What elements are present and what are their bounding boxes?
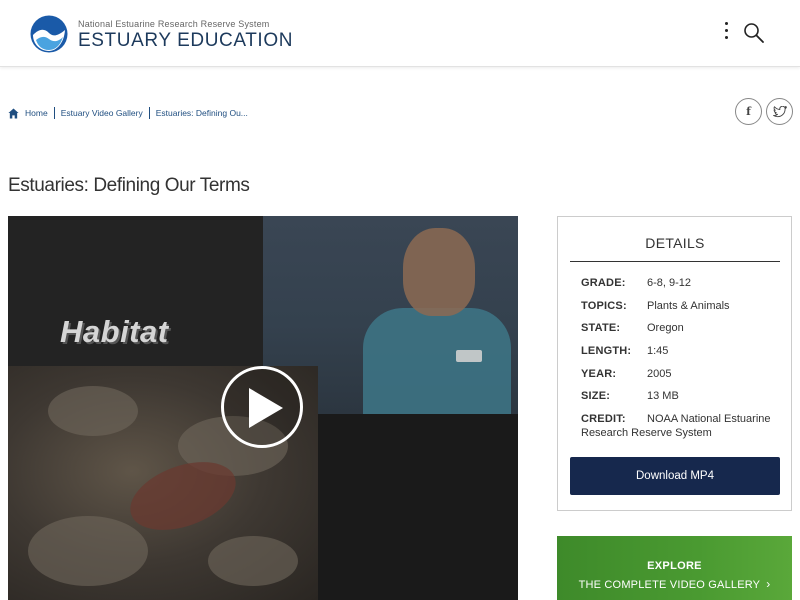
details-key: STATE: [581,322,621,335]
details-value: Research Reserve System [581,427,712,440]
details-key: CREDIT: [581,413,626,426]
video-person-head [403,228,475,316]
details-panel: DETAILS GRADE: 6-8, 9-12 TOPICS: Plants … [557,216,792,511]
facebook-icon: f [746,105,751,118]
details-key: TOPICS: [581,299,627,312]
details-row-size: SIZE: 13 MB [581,390,786,413]
site-header: National Estuarine Research Reserve Syst… [0,0,800,67]
chevron-right-icon: › [766,577,771,591]
noaa-logo[interactable] [30,15,68,53]
explore-video-gallery-banner[interactable]: EXPLORE THE COMPLETE VIDEO GALLERY › [557,536,792,600]
explore-gallery-text: THE COMPLETE VIDEO GALLERY [578,579,761,591]
video-overlay-text: Habitat [60,314,169,349]
details-key: SIZE: [581,390,611,403]
video-rock [28,516,148,586]
details-value: 1:45 [647,345,669,358]
details-key: GRADE: [581,277,626,289]
facebook-share-button[interactable]: f [735,98,762,125]
details-value: Oregon [647,322,684,335]
details-row-credit: CREDIT: NOAA National Estuarine Research… [581,413,786,443]
details-value: Plants & Animals [647,299,730,312]
video-name-tag [456,350,482,362]
breadcrumb-home[interactable]: Home [25,108,48,118]
details-value: 2005 [647,367,672,380]
details-row-topics: TOPICS: Plants & Animals [581,300,786,323]
details-key: YEAR: [581,367,617,380]
breadcrumb-separator [148,107,150,119]
kebab-menu-icon[interactable] [720,22,732,44]
search-icon[interactable] [743,22,765,44]
site-title[interactable]: ESTUARY EDUCATION [78,30,293,52]
details-row-state: STATE: Oregon [581,322,786,345]
video-rock [48,386,138,436]
breadcrumb-current[interactable]: Estuaries: Defining Ou... [156,108,248,118]
breadcrumb-separator [53,107,55,119]
details-row-year: YEAR: 2005 [581,368,786,391]
details-key: LENGTH: [581,345,632,358]
details-value: 6-8, 9-12 [647,277,692,289]
explore-label: EXPLORE [647,560,702,572]
video-player[interactable]: Habitat [8,216,518,600]
details-row-length: LENGTH: 1:45 [581,345,786,368]
play-icon [249,388,283,428]
play-button[interactable] [221,366,303,448]
details-heading: DETAILS [570,235,780,262]
details-list: GRADE: 6-8, 9-12 TOPICS: Plants & Animal… [581,277,786,443]
breadcrumb-video-gallery[interactable]: Estuary Video Gallery [61,108,143,118]
twitter-share-button[interactable] [766,98,793,125]
page-title: Estuaries: Defining Our Terms [8,175,250,196]
details-value: NOAA National Estuarine [647,413,771,426]
video-rock [208,536,298,586]
details-value: 13 MB [647,390,679,403]
home-icon[interactable] [8,107,19,119]
download-mp4-button[interactable]: Download MP4 [570,457,780,495]
twitter-icon [772,105,787,117]
details-row-grade: GRADE: 6-8, 9-12 [581,277,786,300]
video-frame-panel [318,414,518,600]
explore-gallery-link[interactable]: THE COMPLETE VIDEO GALLERY › [557,577,792,591]
site-subtitle: National Estuarine Research Reserve Syst… [78,19,270,29]
video-person-shirt [363,308,511,414]
breadcrumb: Home Estuary Video Gallery Estuaries: De… [8,106,248,120]
